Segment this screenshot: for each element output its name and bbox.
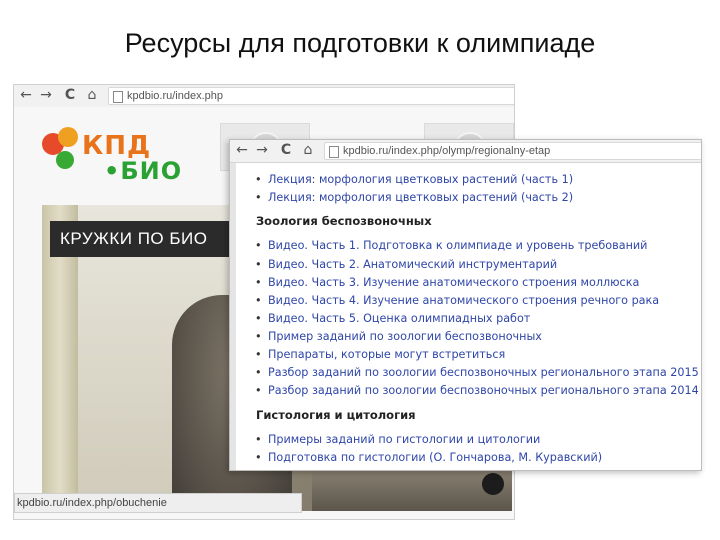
- section-banner[interactable]: КРУЖКИ ПО БИО: [50, 221, 240, 257]
- address-url: kpdbio.ru/index.php/olymp/regionalny-eta…: [343, 145, 551, 157]
- reload-icon[interactable]: C: [62, 87, 78, 103]
- back-arrow-icon[interactable]: ←: [234, 142, 250, 158]
- home-icon[interactable]: ⌂: [300, 142, 316, 158]
- list-item-link[interactable]: Лекция: морфология цветковых растений (ч…: [255, 173, 573, 186]
- forward-arrow-icon[interactable]: →: [38, 87, 54, 103]
- list-item-link[interactable]: Видео. Часть 1. Подготовка к олимпиаде и…: [255, 239, 647, 252]
- address-bar[interactable]: kpdbio.ru/index.php/olymp/regionalny-eta…: [324, 142, 701, 160]
- list-item-link[interactable]: Разбор заданий по зоологии беспозвоночны…: [255, 366, 699, 379]
- foreground-browser-window: ← → C ⌂ kpdbio.ru/index.php/olymp/region…: [229, 139, 702, 471]
- slide-title: Ресурсы для подготовки к олимпиаде: [124, 28, 596, 58]
- list-item-link[interactable]: Разбор заданий по зоологии беспозвоночны…: [255, 384, 699, 397]
- status-bar-url: kpdbio.ru/index.php/obuchenie: [14, 493, 302, 513]
- orange-gear-icon: [58, 127, 78, 147]
- green-gear-icon: [56, 151, 74, 169]
- list-item-link[interactable]: Примеры заданий по гистологии и цитологи…: [255, 433, 540, 446]
- logo-text-bottom: •БИО: [104, 157, 183, 185]
- list-item-link[interactable]: Подготовка по гистологии (О. Гончарова, …: [255, 451, 602, 464]
- page-icon: [329, 146, 339, 158]
- browser-toolbar: ← → C ⌂ kpdbio.ru/index.php/olymp/region…: [230, 140, 701, 163]
- list-item-link[interactable]: Лекция: морфология цветковых растений (ч…: [255, 191, 573, 204]
- section-heading-zoology: Зоология беспозвоночных: [256, 214, 432, 228]
- microscope-icon: [482, 473, 504, 495]
- reload-icon[interactable]: C: [278, 142, 294, 158]
- home-icon[interactable]: ⌂: [84, 87, 100, 103]
- list-item-link[interactable]: Пример заданий по зоологии беспозвоночны…: [255, 330, 542, 343]
- section-heading-histology: Гистология и цитология: [256, 408, 416, 422]
- list-item-link[interactable]: Видео. Часть 5. Оценка олимпиадных работ: [255, 312, 530, 325]
- page-icon: [113, 91, 123, 103]
- back-arrow-icon[interactable]: ←: [18, 87, 34, 103]
- address-bar[interactable]: kpdbio.ru/index.php: [108, 87, 514, 105]
- list-item-link[interactable]: Видео. Часть 3. Изучение анатомического …: [255, 276, 639, 289]
- list-item-link[interactable]: Препараты, которые могут встретиться: [255, 348, 505, 361]
- browser-toolbar: ← → C ⌂ kpdbio.ru/index.php: [14, 85, 514, 108]
- page-content: Лекция: морфология цветковых растений (ч…: [230, 163, 701, 470]
- banner-text: КРУЖКИ ПО БИО: [60, 229, 208, 248]
- address-url: kpdbio.ru/index.php: [127, 90, 224, 102]
- list-item-link[interactable]: Видео. Часть 2. Анатомический инструмент…: [255, 258, 557, 271]
- forward-arrow-icon[interactable]: →: [254, 142, 270, 158]
- list-item-link[interactable]: Видео. Часть 4. Изучение анатомического …: [255, 294, 659, 307]
- site-logo[interactable]: КПД •БИО: [42, 127, 212, 187]
